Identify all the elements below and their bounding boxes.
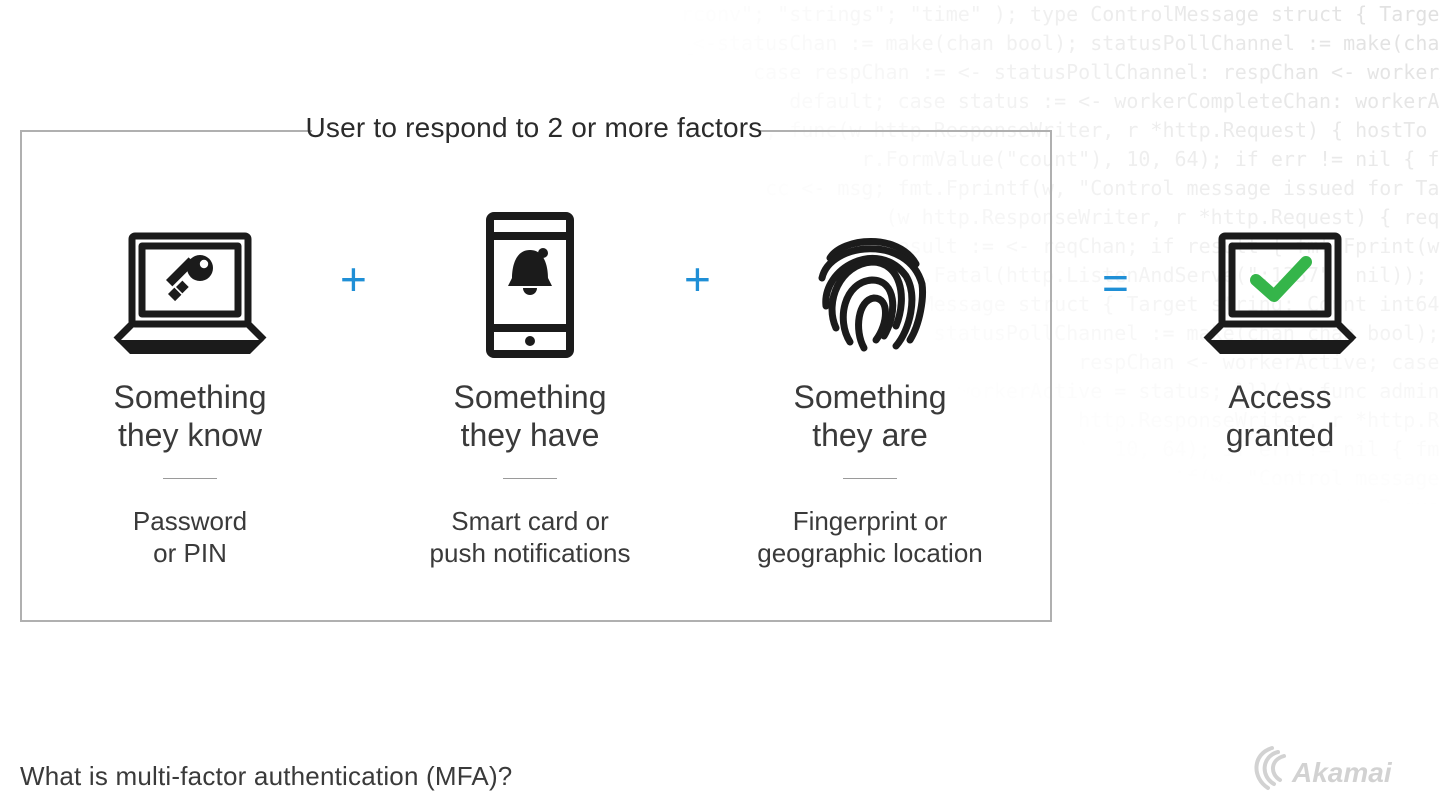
divider [163, 478, 217, 479]
factor-are-subtitle: Fingerprint or geographic location [720, 505, 1020, 569]
factor-have-subtitle: Smart card or push notifications [380, 505, 680, 569]
equals-icon: = [1102, 260, 1127, 306]
plus-icon: + [340, 256, 367, 302]
box-title: User to respond to 2 or more factors [20, 112, 1048, 144]
result-title: Access granted [1150, 378, 1410, 454]
fingerprint-icon [720, 190, 1020, 360]
factor-are: Something they are Fingerprint or geogra… [720, 190, 1020, 569]
divider [503, 478, 557, 479]
laptop-key-icon [40, 190, 340, 360]
factor-know: Something they know Password or PIN [40, 190, 340, 569]
brand-text: Akamai [1291, 757, 1393, 788]
factor-are-title: Something they are [720, 378, 1020, 454]
laptop-check-icon [1150, 190, 1410, 360]
footer-caption: What is multi-factor authentication (MFA… [20, 761, 512, 792]
factor-have-title: Something they have [380, 378, 680, 454]
factor-have: Something they have Smart card or push n… [380, 190, 680, 569]
brand-logo: Akamai [1246, 742, 1416, 796]
result-access-granted: Access granted [1150, 190, 1410, 454]
factor-know-title: Something they know [40, 378, 340, 454]
plus-icon: + [684, 256, 711, 302]
factor-know-subtitle: Password or PIN [40, 505, 340, 569]
divider [843, 478, 897, 479]
phone-bell-icon [380, 190, 680, 360]
